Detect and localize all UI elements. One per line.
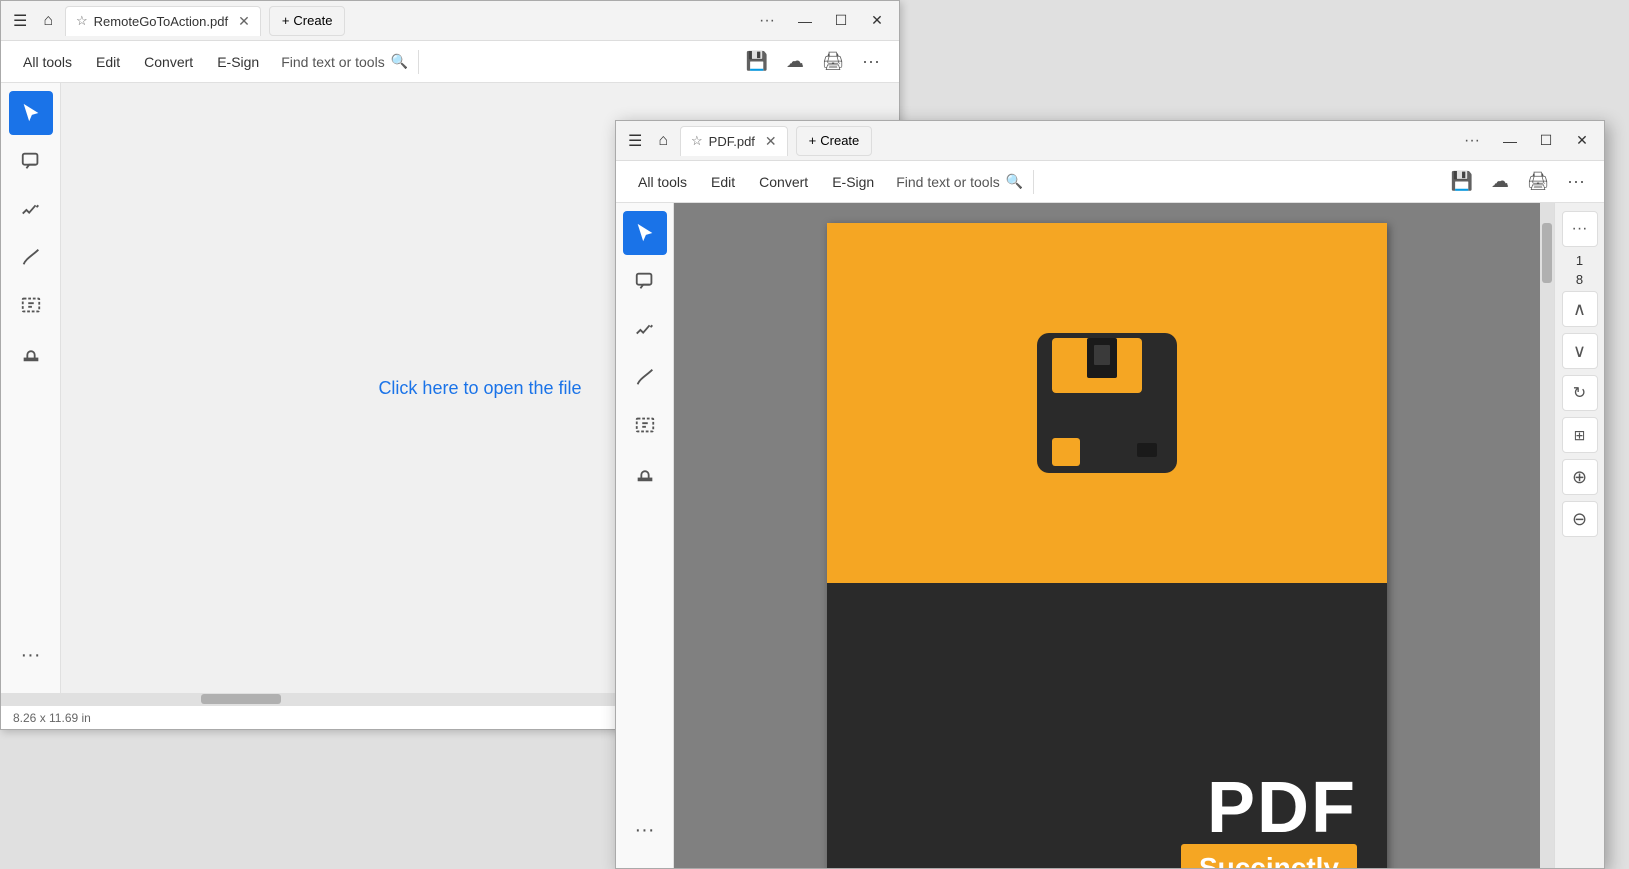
search-text-2: Find text or tools [896,174,1000,190]
plus-icon-2: + [809,133,817,148]
create-label-2: Create [820,133,859,148]
titlebar-1: ☰ ⌂ ☆ RemoteGoToAction.pdf ✕ + Create ··… [1,1,899,41]
scrollbar-thumb-1[interactable] [201,694,281,704]
search-icon-1[interactable]: 🔍 [391,53,408,70]
create-label-1: Create [293,13,332,28]
tab-title-2: PDF.pdf [709,134,755,149]
pdf-markup-tool[interactable] [623,307,667,351]
star-icon-2: ☆ [691,133,703,149]
convert-menu-1[interactable]: Convert [134,48,203,76]
minimize-btn-1[interactable]: — [791,7,819,35]
convert-menu-2[interactable]: Convert [749,168,818,196]
pdf-draw-tool[interactable] [623,355,667,399]
cursor-tool-1[interactable] [9,91,53,135]
more-options-btn[interactable]: ··· [1562,211,1598,247]
text-select-tool-1[interactable] [9,283,53,327]
page-size-1: 8.26 x 11.69 in [13,711,91,725]
sidebar-1: ··· [1,83,61,693]
minimize-btn-2[interactable]: — [1496,127,1524,155]
prev-page-btn[interactable]: ∧ [1562,291,1598,327]
create-tab-1[interactable]: + Create [269,6,346,36]
pdf-content-area: ··· [616,203,1604,868]
pdf-comment-tool[interactable] [623,259,667,303]
upload-btn-2[interactable]: ☁ [1484,166,1516,198]
tab-1[interactable]: ☆ RemoteGoToAction.pdf ✕ [65,6,261,36]
hamburger-menu-1[interactable]: ☰ [9,7,31,35]
pdf-cover-top [827,223,1387,583]
search-icon-2[interactable]: 🔍 [1006,173,1023,190]
edit-menu-1[interactable]: Edit [86,48,130,76]
stamp-tool-1[interactable] [9,331,53,375]
tab-2[interactable]: ☆ PDF.pdf ✕ [680,126,788,156]
pdf-title: PDF [1207,772,1357,844]
edit-menu-2[interactable]: Edit [701,168,745,196]
close-btn-2[interactable]: ✕ [1568,127,1596,155]
pdf-badge: Succinctly [1181,844,1357,868]
all-tools-1[interactable]: All tools [13,48,82,76]
more-btn-1[interactable]: ··· [855,46,887,78]
titlebar-2: ☰ ⌂ ☆ PDF.pdf ✕ + Create ··· — ☐ ✕ [616,121,1604,161]
refresh-btn[interactable]: ↻ [1562,375,1598,411]
divider-2 [1033,170,1034,194]
close-btn-1[interactable]: ✕ [863,7,891,35]
more-tools-1[interactable]: ··· [9,633,53,677]
divider-1 [418,50,419,74]
toolbar-actions-1: 💾 ☁ 🖨 ··· [741,46,887,78]
pdf-cursor-tool[interactable] [623,211,667,255]
all-tools-2[interactable]: All tools [628,168,697,196]
plus-icon-1: + [282,13,290,28]
home-icon-2[interactable]: ⌂ [654,128,672,154]
search-text-1: Find text or tools [281,54,385,70]
right-panel: ··· 1 8 ∧ ∨ ↻ ⊞ ⊕ ⊖ [1554,203,1604,868]
titlebar-dots-2[interactable]: ··· [1456,128,1488,154]
thumbnail-btn[interactable]: ⊞ [1562,417,1598,453]
print-btn-1[interactable]: 🖨 [817,46,849,78]
search-bar-2[interactable]: Find text or tools 🔍 [896,173,1023,190]
esign-menu-1[interactable]: E-Sign [207,48,269,76]
page-number: 1 [1576,253,1583,268]
upload-btn-1[interactable]: ☁ [779,46,811,78]
esign-menu-2[interactable]: E-Sign [822,168,884,196]
pdf-more-tools[interactable]: ··· [623,808,667,852]
floppy-disk-icon [1027,323,1187,483]
menubar-2: All tools Edit Convert E-Sign Find text … [616,161,1604,203]
click-message[interactable]: Click here to open the file [378,378,581,399]
markup-tool-1[interactable] [9,187,53,231]
pdf-scrollbar-right[interactable] [1540,203,1554,868]
pdf-stamp-tool[interactable] [623,451,667,495]
print-btn-2[interactable]: 🖨 [1522,166,1554,198]
home-icon-1[interactable]: ⌂ [39,8,57,34]
zoom-in-btn[interactable]: ⊕ [1562,459,1598,495]
pdf-cover-bottom: PDF Succinctly by Ryan Hodson [827,583,1387,868]
next-page-btn[interactable]: ∨ [1562,333,1598,369]
pdf-page: PDF Succinctly by Ryan Hodson [827,223,1387,868]
tab-close-2[interactable]: ✕ [765,133,777,150]
maximize-btn-1[interactable]: ☐ [827,7,855,35]
more-btn-2[interactable]: ··· [1560,166,1592,198]
tab-close-1[interactable]: ✕ [238,13,250,30]
pdf-text-select-tool[interactable] [623,403,667,447]
save-btn-1[interactable]: 💾 [741,46,773,78]
pdf-sidebar: ··· [616,203,674,868]
draw-tool-1[interactable] [9,235,53,279]
menubar-1: All tools Edit Convert E-Sign Find text … [1,41,899,83]
hamburger-menu-2[interactable]: ☰ [624,127,646,155]
zoom-out-btn[interactable]: ⊖ [1562,501,1598,537]
toolbar-actions-2: 💾 ☁ 🖨 ··· [1446,166,1592,198]
tab-title-1: RemoteGoToAction.pdf [94,14,228,29]
total-pages: 8 [1576,272,1583,287]
comment-tool-1[interactable] [9,139,53,183]
save-btn-2[interactable]: 💾 [1446,166,1478,198]
pdf-viewer: PDF Succinctly by Ryan Hodson [674,203,1540,868]
pdf-scrollbar-thumb[interactable] [1542,223,1552,283]
search-bar-1[interactable]: Find text or tools 🔍 [281,53,408,70]
window2: ☰ ⌂ ☆ PDF.pdf ✕ + Create ··· — ☐ ✕ All t… [615,120,1605,869]
maximize-btn-2[interactable]: ☐ [1532,127,1560,155]
create-tab-2[interactable]: + Create [796,126,873,156]
titlebar-dots-1[interactable]: ··· [751,8,783,34]
star-icon-1: ☆ [76,13,88,29]
